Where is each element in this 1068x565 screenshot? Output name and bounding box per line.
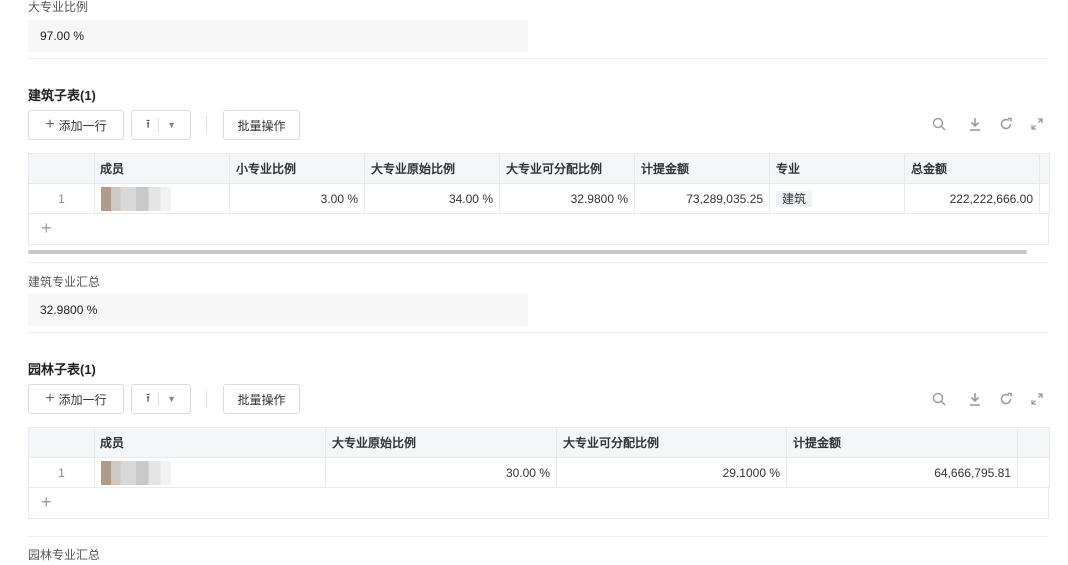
caret-down-icon: ▼ [167, 120, 177, 130]
refresh-icon[interactable] [999, 392, 1013, 411]
alloc-ratio-cell[interactable]: 32.9800 % [499, 183, 635, 214]
plus-icon: + [41, 218, 52, 238]
table-row[interactable]: 1 3.00 % 34.00 % 32.9800 % 73,289,035.25… [28, 183, 1050, 214]
arch-summary-value: 32.9800 % [40, 303, 98, 317]
orig-ratio-cell[interactable]: 30.00 % [325, 457, 557, 488]
divider [28, 58, 1048, 59]
upload-icon: ⭱ [145, 390, 151, 405]
member-avatar [101, 460, 171, 485]
table1-header-row: 成员 小专业比例 大专业原始比例 大专业可分配比例 计提金额 专业 总金额 [28, 153, 1050, 184]
divider [28, 332, 1048, 333]
toolbar-separator [206, 390, 207, 408]
plus-icon: + [45, 116, 55, 133]
alloc-ratio-cell[interactable]: 29.1000 % [556, 457, 787, 488]
landscape-summary-label: 园林专业汇总 [28, 548, 101, 562]
table1-add-row[interactable]: + [28, 214, 1049, 245]
dropdown-separator [158, 392, 160, 406]
table2-add-row-button[interactable]: + 添加一行 [28, 384, 124, 414]
filler-cell [1017, 457, 1050, 488]
plus-icon: + [41, 492, 52, 512]
table1: 成员 小专业比例 大专业原始比例 大专业可分配比例 计提金额 专业 总金额 1 … [28, 153, 1050, 214]
row-index: 1 [28, 183, 95, 214]
member-cell[interactable] [94, 457, 326, 488]
horizontal-scrollbar[interactable] [28, 250, 1027, 254]
major-ratio-label: 大专业比例 [28, 0, 89, 14]
major-cell[interactable]: 建筑 [769, 183, 905, 214]
amount-cell[interactable]: 73,289,035.25 [634, 183, 770, 214]
arch-summary-field: 32.9800 % [28, 294, 528, 326]
table1-batch-button[interactable]: 批量操作 [223, 110, 300, 140]
table1-title: 建筑子表(1) [28, 88, 96, 103]
header-index [28, 153, 95, 184]
major-ratio-value: 97.00 % [40, 29, 85, 43]
batch-label: 批量操作 [237, 392, 286, 407]
table-row[interactable]: 1 30.00 % 29.1000 % 64,666,795.81 [28, 457, 1050, 488]
major-tag: 建筑 [776, 191, 813, 207]
header-total[interactable]: 总金额 [904, 153, 1040, 184]
orig-ratio-cell[interactable]: 34.00 % [364, 183, 500, 214]
fullscreen-icon[interactable] [1030, 117, 1044, 136]
total-cell[interactable]: 222,222,666.00 [904, 183, 1040, 214]
batch-label: 批量操作 [237, 118, 286, 133]
divider [28, 262, 1048, 263]
table2: 成员 大专业原始比例 大专业可分配比例 计提金额 1 30.00 % 29.10… [28, 427, 1050, 488]
header-member[interactable]: 成员 [94, 427, 326, 458]
fullscreen-icon[interactable] [1030, 392, 1044, 411]
header-major[interactable]: 专业 [769, 153, 905, 184]
member-avatar [101, 186, 171, 211]
search-icon[interactable] [932, 117, 946, 136]
header-small-ratio[interactable]: 小专业比例 [229, 153, 365, 184]
major-ratio-field: 97.00 % [28, 20, 528, 52]
divider [28, 536, 1048, 537]
plus-icon: + [45, 390, 55, 407]
row-index: 1 [28, 457, 95, 488]
filler-cell [1039, 183, 1050, 214]
table2-import-dropdown[interactable]: ⭱ ▼ [131, 384, 191, 414]
table2-batch-button[interactable]: 批量操作 [223, 384, 300, 414]
table2-header-row: 成员 大专业原始比例 大专业可分配比例 计提金额 [28, 427, 1050, 458]
header-alloc-ratio[interactable]: 大专业可分配比例 [499, 153, 635, 184]
amount-cell[interactable]: 64,666,795.81 [786, 457, 1018, 488]
download-icon[interactable] [968, 117, 982, 136]
add-row-label: 添加一行 [58, 392, 107, 407]
member-cell[interactable] [94, 183, 230, 214]
small-ratio-cell[interactable]: 3.00 % [229, 183, 365, 214]
search-icon[interactable] [932, 392, 946, 411]
caret-down-icon: ▼ [167, 394, 177, 404]
header-index [28, 427, 95, 458]
header-orig-ratio[interactable]: 大专业原始比例 [364, 153, 500, 184]
dropdown-separator [158, 118, 160, 132]
table1-import-dropdown[interactable]: ⭱ ▼ [131, 110, 191, 140]
toolbar-separator [206, 116, 207, 134]
header-orig-ratio[interactable]: 大专业原始比例 [325, 427, 557, 458]
table1-add-row-button[interactable]: + 添加一行 [28, 110, 124, 140]
header-amount[interactable]: 计提金额 [634, 153, 770, 184]
header-filler [1017, 427, 1050, 458]
table2-title: 园林子表(1) [28, 362, 96, 377]
upload-icon: ⭱ [145, 116, 151, 131]
download-icon[interactable] [968, 392, 982, 411]
header-amount[interactable]: 计提金额 [786, 427, 1018, 458]
refresh-icon[interactable] [999, 117, 1013, 136]
add-row-label: 添加一行 [58, 118, 107, 133]
table2-add-row[interactable]: + [28, 488, 1049, 519]
header-filler [1039, 153, 1050, 184]
header-member[interactable]: 成员 [94, 153, 230, 184]
arch-summary-label: 建筑专业汇总 [28, 275, 101, 289]
header-alloc-ratio[interactable]: 大专业可分配比例 [556, 427, 787, 458]
